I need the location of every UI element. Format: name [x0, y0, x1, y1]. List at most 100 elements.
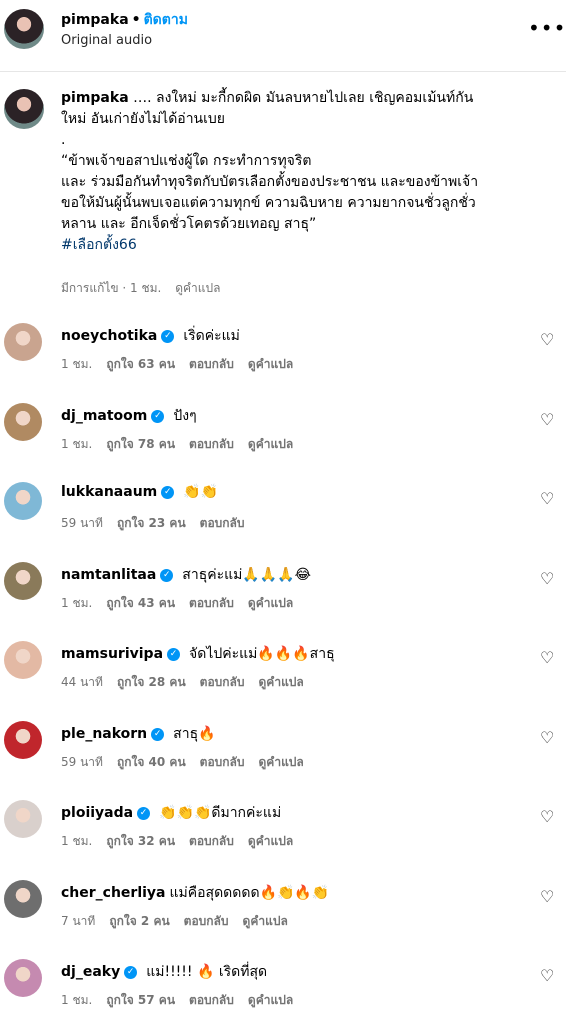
commenter-avatar[interactable] — [4, 323, 42, 361]
commenter-username[interactable]: dj_eaky — [61, 964, 120, 980]
comment-text: 👏👏👏ดีมากค่ะแม่ — [159, 805, 282, 821]
commenter-username[interactable]: mamsurivipa — [61, 646, 163, 662]
comment-likes[interactable]: ถูกใจ 40 คน — [117, 755, 186, 769]
verified-badge-icon: ✓ — [137, 806, 151, 820]
reply-button[interactable]: ตอบกลับ — [189, 993, 234, 1007]
comment-meta: 1 ชม. ถูกใจ 63 คน ตอบกลับ ดูคำแปล — [61, 355, 307, 374]
heart-outline-icon[interactable]: ♡ — [540, 491, 556, 507]
caption-text: pimpaka …. ลงใหม่ มะกี้กดผิด มันลบหายไปเ… — [61, 88, 541, 256]
comment-line: namtanlitaa ✓ สาธุค่ะแม่🙏🙏🙏😂 — [61, 564, 311, 586]
verified-badge-icon: ✓ — [160, 568, 174, 582]
comment-time: 59 นาที — [61, 516, 103, 530]
reply-button[interactable]: ตอบกลับ — [189, 596, 234, 610]
caption-username[interactable]: pimpaka — [61, 90, 129, 106]
commenter-avatar[interactable] — [4, 959, 42, 997]
heart-outline-icon[interactable]: ♡ — [540, 968, 556, 984]
original-audio-link[interactable]: Original audio — [61, 33, 152, 48]
comment-meta: 44 นาที ถูกใจ 28 คน ตอบกลับ ดูคำแปล — [61, 673, 318, 692]
comment-line: dj_matoom ✓ ปังๆ — [61, 405, 197, 427]
reply-button[interactable]: ตอบกลับ — [189, 834, 234, 848]
comment-likes[interactable]: ถูกใจ 63 คน — [106, 357, 175, 371]
reply-button[interactable]: ตอบกลับ — [184, 914, 229, 928]
comment-likes[interactable]: ถูกใจ 78 คน — [106, 437, 175, 451]
comment-text: แม่!!!!! 🔥 เริดที่สุด — [146, 964, 268, 980]
commenter-username[interactable]: noeychotika — [61, 328, 157, 344]
caption-hashtag[interactable]: #เลือกตั้ง66 — [61, 235, 541, 256]
verified-badge-icon: ✓ — [167, 647, 181, 661]
comment-text: จัดไปค่ะแม่🔥🔥🔥สาธุ — [189, 646, 335, 662]
comment-likes[interactable]: ถูกใจ 28 คน — [117, 675, 186, 689]
comment-line: noeychotika ✓ เริ่ดค่ะแม่ — [61, 325, 240, 347]
comment-likes[interactable]: ถูกใจ 32 คน — [106, 834, 175, 848]
comment-time: 7 นาที — [61, 914, 96, 928]
commenter-username[interactable]: ploiiyada — [61, 805, 133, 821]
heart-outline-icon[interactable]: ♡ — [540, 730, 556, 746]
comment-text: สาธุ🔥 — [173, 726, 216, 742]
comment-text: แม่คือสุดดดดด🔥👏🔥👏 — [169, 885, 330, 901]
comment-text: เริ่ดค่ะแม่ — [183, 328, 240, 344]
commenter-username[interactable]: namtanlitaa — [61, 567, 156, 583]
translate-link[interactable]: ดูคำแปล — [248, 357, 293, 371]
commenter-avatar[interactable] — [4, 482, 42, 520]
comment-line: mamsurivipa ✓ จัดไปค่ะแม่🔥🔥🔥สาธุ — [61, 643, 335, 665]
follow-button[interactable]: ติดตาม — [144, 12, 188, 28]
reply-button[interactable]: ตอบกลับ — [189, 437, 234, 451]
owner-username[interactable]: pimpaka — [61, 12, 129, 28]
comment-meta: 1 ชม. ถูกใจ 57 คน ตอบกลับ ดูคำแปล — [61, 991, 307, 1010]
translate-link[interactable]: ดูคำแปล — [243, 914, 288, 928]
translate-link[interactable]: ดูคำแปล — [248, 596, 293, 610]
comment-row: dj_matoom ✓ ปังๆ 1 ชม. ถูกใจ 78 คน ตอบกลับ ดูค… — [0, 398, 566, 468]
verified-badge-icon: ✓ — [124, 965, 138, 979]
separator-dot: • — [131, 12, 141, 28]
verified-badge-icon: ✓ — [151, 727, 165, 741]
comment-meta: 7 นาที ถูกใจ 2 คน ตอบกลับ ดูคำแปล — [61, 912, 302, 931]
post-header: pimpaka • ติดตาม Original audio ••• — [0, 0, 566, 72]
translate-link[interactable]: ดูคำแปล — [248, 834, 293, 848]
commenter-username[interactable]: cher_cherliya — [61, 885, 166, 901]
heart-outline-icon[interactable]: ♡ — [540, 809, 556, 825]
reply-button[interactable]: ตอบกลับ — [200, 516, 245, 530]
comment-likes[interactable]: ถูกใจ 57 คน — [106, 993, 175, 1007]
comment-likes[interactable]: ถูกใจ 23 คน — [117, 516, 186, 530]
caption-line: . — [61, 132, 66, 148]
heart-outline-icon[interactable]: ♡ — [540, 332, 556, 348]
comment-text: สาธุค่ะแม่🙏🙏🙏😂 — [182, 567, 312, 583]
comment-line: ple_nakorn ✓ สาธุ🔥 — [61, 723, 216, 745]
caption-avatar[interactable] — [4, 89, 44, 129]
commenter-username[interactable]: dj_matoom — [61, 408, 147, 424]
comment-row: ple_nakorn ✓ สาธุ🔥 59 นาที ถูกใจ 40 คน ตอบกลั… — [0, 716, 566, 786]
comment-meta: 1 ชม. ถูกใจ 78 คน ตอบกลับ ดูคำแปล — [61, 435, 307, 454]
comment-time: 1 ชม. — [61, 596, 93, 610]
translate-link[interactable]: ดูคำแปล — [248, 437, 293, 451]
heart-outline-icon[interactable]: ♡ — [540, 571, 556, 587]
commenter-username[interactable]: lukkanaaum — [61, 484, 157, 500]
commenter-avatar[interactable] — [4, 562, 42, 600]
owner-avatar[interactable] — [4, 9, 44, 49]
heart-outline-icon[interactable]: ♡ — [540, 650, 556, 666]
reply-button[interactable]: ตอบกลับ — [189, 357, 234, 371]
commenter-avatar[interactable] — [4, 721, 42, 759]
comment-likes[interactable]: ถูกใจ 43 คน — [106, 596, 175, 610]
commenter-avatar[interactable] — [4, 641, 42, 679]
translate-link[interactable]: ดูคำแปล — [259, 675, 304, 689]
more-options-icon[interactable]: ••• — [528, 18, 565, 38]
reply-button[interactable]: ตอบกลับ — [200, 675, 245, 689]
commenter-avatar[interactable] — [4, 800, 42, 838]
translate-link[interactable]: ดูคำแปล — [259, 755, 304, 769]
comment-meta: 59 นาที ถูกใจ 40 คน ตอบกลับ ดูคำแปล — [61, 753, 318, 772]
comment-row: dj_eaky ✓ แม่!!!!! 🔥 เริดที่สุด 1 ชม. ถูกใจ … — [0, 954, 566, 1024]
comment-meta: 1 ชม. ถูกใจ 43 คน ตอบกลับ ดูคำแปล — [61, 594, 307, 613]
commenter-avatar[interactable] — [4, 880, 42, 918]
reply-button[interactable]: ตอบกลับ — [200, 755, 245, 769]
caption-edited-time: มีการแก้ไข · 1 ชม. — [61, 281, 162, 295]
comment-likes[interactable]: ถูกใจ 2 คน — [109, 914, 169, 928]
caption-meta: มีการแก้ไข · 1 ชม. ดูคำแปล — [61, 279, 230, 298]
commenter-avatar[interactable] — [4, 403, 42, 441]
header-title-row: pimpaka • ติดตาม — [61, 9, 188, 31]
commenter-username[interactable]: ple_nakorn — [61, 726, 147, 742]
translate-link[interactable]: ดูคำแปล — [248, 993, 293, 1007]
heart-outline-icon[interactable]: ♡ — [540, 889, 556, 905]
comment-meta: 59 นาที ถูกใจ 23 คน ตอบกลับ — [61, 514, 259, 533]
caption-translate-link[interactable]: ดูคำแปล — [175, 281, 220, 295]
heart-outline-icon[interactable]: ♡ — [540, 412, 556, 428]
